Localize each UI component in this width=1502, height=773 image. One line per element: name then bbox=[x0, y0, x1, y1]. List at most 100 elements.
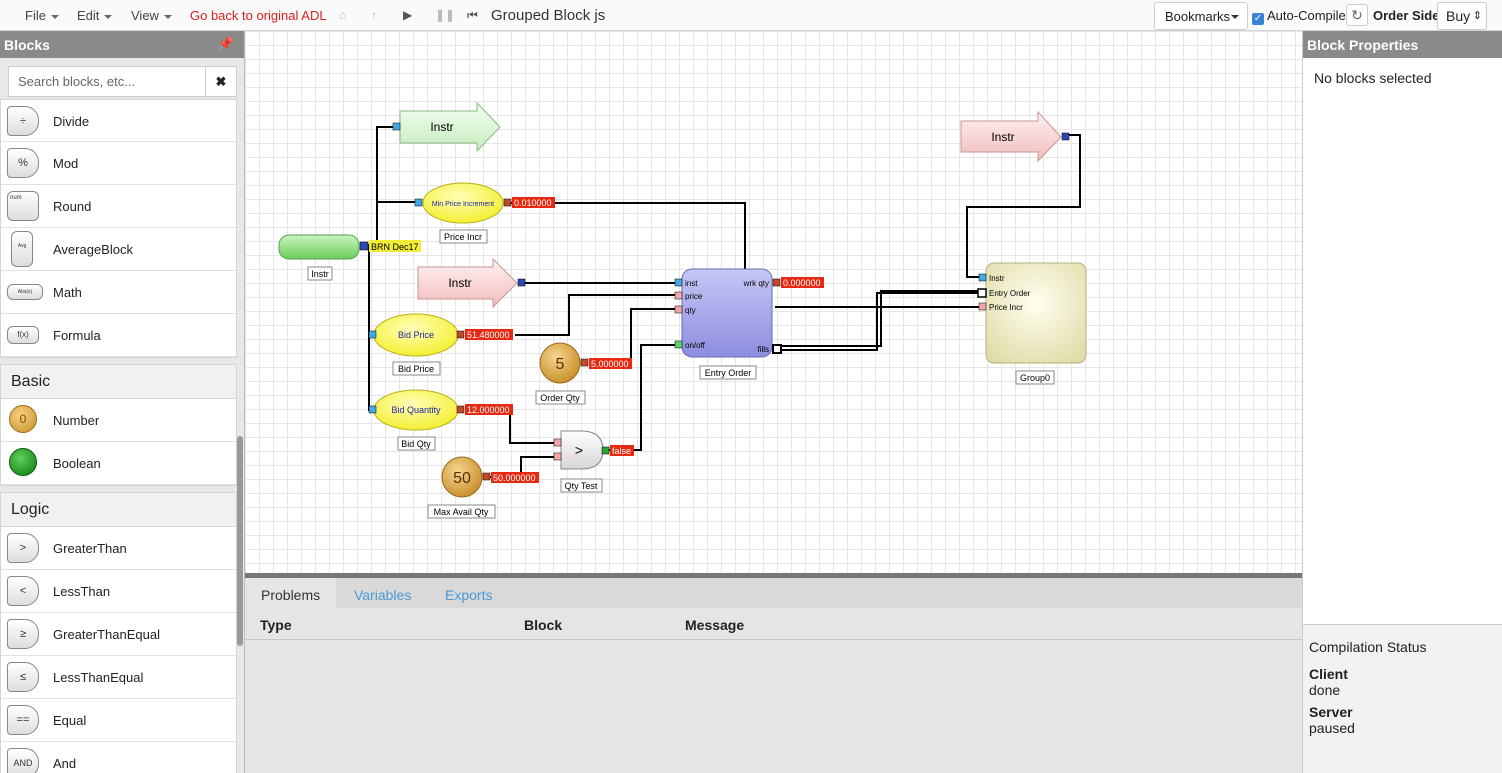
average-icon: Avg bbox=[11, 231, 33, 267]
max-avail-qty-block[interactable]: 50 50.000000 Max Avail Qty bbox=[427, 456, 539, 519]
palette-item-greaterthan[interactable]: > GreaterThan bbox=[1, 527, 236, 570]
output-port-icon[interactable] bbox=[456, 330, 465, 339]
bottom-tabs: Problems Variables Exports bbox=[245, 578, 1302, 608]
output-port-icon[interactable] bbox=[517, 278, 526, 287]
instr-arrow-mid[interactable]: Instr bbox=[417, 257, 526, 309]
entry-order-caption: Entry Order bbox=[705, 368, 752, 378]
palette-item-lessthan[interactable]: < LessThan bbox=[1, 570, 236, 613]
palette-item-round[interactable]: num Round bbox=[1, 185, 236, 228]
wrk-qty-port-icon[interactable] bbox=[772, 278, 781, 287]
math-section: ÷ Divide % Mod num Round Avg AverageBlock Ab… bbox=[0, 99, 237, 358]
inst-port-icon[interactable] bbox=[674, 278, 683, 287]
instr-arrow-right[interactable]: Instr bbox=[960, 110, 1070, 163]
input-port-icon[interactable] bbox=[392, 122, 401, 131]
auto-compile-label: Auto-Compile bbox=[1267, 8, 1346, 23]
tab-variables[interactable]: Variables bbox=[354, 587, 411, 603]
output-port-icon[interactable] bbox=[503, 198, 512, 207]
output-port-icon[interactable] bbox=[1061, 132, 1070, 141]
palette-item-greaterthanequal[interactable]: ≥ GreaterThanEqual bbox=[1, 613, 236, 656]
fills-port-icon[interactable] bbox=[772, 344, 782, 354]
qty-test-block[interactable]: > false Qty Test bbox=[553, 430, 634, 493]
pin-icon[interactable]: 📌 bbox=[218, 36, 234, 52]
greater-than-symbol: > bbox=[575, 442, 583, 458]
bid-price-block[interactable]: Bid Price 51.480000 Bid Price bbox=[368, 313, 513, 376]
auto-compile-toggle[interactable]: ✓ Auto-Compile bbox=[1252, 8, 1346, 25]
palette-item-math[interactable]: Abs(x) Math bbox=[1, 271, 236, 314]
problems-panel: Problems Variables Exports Type Block Me… bbox=[245, 573, 1302, 773]
rewind-icon[interactable]: ⏮ bbox=[467, 8, 478, 23]
clear-search-icon[interactable]: ✖ bbox=[205, 67, 236, 96]
entry-order-block[interactable]: inst price qty on/off wrk qty fills 0.00… bbox=[674, 268, 824, 380]
onoff-port-icon[interactable] bbox=[674, 340, 683, 349]
view-menu[interactable]: View bbox=[131, 8, 172, 23]
diagram-canvas[interactable]: BRN Dec17 Instr Instr Min Price Incremen… bbox=[245, 31, 1302, 573]
input-port-icon[interactable] bbox=[368, 405, 377, 414]
palette-item-boolean[interactable]: Boolean bbox=[1, 442, 236, 485]
qty-port-icon[interactable] bbox=[674, 305, 683, 314]
blocks-panel: Blocks 📌 ✖ ÷Divide %Mod numRound AvgAver… bbox=[0, 31, 245, 773]
price-port-icon[interactable] bbox=[674, 291, 683, 300]
input-port-icon[interactable] bbox=[368, 330, 377, 339]
divide-icon: ÷ bbox=[7, 106, 39, 136]
pause-icon[interactable]: ❚❚ bbox=[435, 8, 455, 22]
step-up-icon[interactable]: ↑ bbox=[371, 8, 377, 22]
order-qty-value: 5.000000 bbox=[591, 359, 629, 369]
block-search: ✖ bbox=[8, 66, 237, 97]
file-menu[interactable]: File bbox=[25, 8, 59, 23]
tab-exports[interactable]: Exports bbox=[445, 587, 492, 603]
group0-block[interactable]: Instr Entry Order Price Incr Group0 bbox=[977, 262, 1087, 385]
order-qty-block[interactable]: 5 5.000000 Order Qty bbox=[535, 342, 632, 405]
back-to-original-link[interactable]: Go back to original ADL bbox=[190, 8, 327, 23]
bid-qty-value: 12.000000 bbox=[467, 405, 510, 415]
instr-value-text: BRN Dec17 bbox=[371, 242, 419, 252]
palette-item-averageblock[interactable]: Avg AverageBlock bbox=[1, 228, 236, 271]
group-price-incr-port-icon[interactable] bbox=[978, 302, 987, 311]
home-icon[interactable]: ⌂ bbox=[339, 8, 346, 22]
palette-item-formula[interactable]: f(x) Formula bbox=[1, 314, 236, 357]
refresh-icon[interactable]: ↻ bbox=[1346, 4, 1368, 26]
edit-menu[interactable]: Edit bbox=[77, 8, 112, 23]
column-type[interactable]: Type bbox=[260, 617, 292, 633]
play-icon[interactable]: ▶ bbox=[403, 8, 412, 22]
checkbox-checked-icon[interactable]: ✓ bbox=[1252, 13, 1264, 25]
palette-item-lessthanequal[interactable]: ≤ LessThanEqual bbox=[1, 656, 236, 699]
logic-section: Logic > GreaterThan < LessThan ≥ GreaterTha… bbox=[0, 492, 237, 773]
palette-item-number[interactable]: 0 Number bbox=[1, 399, 236, 442]
order-qty-caption: Order Qty bbox=[540, 393, 580, 403]
palette-item-and[interactable]: AND And bbox=[1, 742, 236, 773]
block-properties-header: Block Properties bbox=[1303, 31, 1502, 58]
output-port-icon[interactable] bbox=[456, 405, 465, 414]
output-port-icon[interactable] bbox=[601, 446, 610, 455]
instr-caption: Instr bbox=[311, 269, 329, 279]
mod-icon: % bbox=[7, 148, 39, 178]
max-avail-value: 50.000000 bbox=[493, 473, 536, 483]
input-port-icon[interactable] bbox=[414, 198, 423, 207]
column-block[interactable]: Block bbox=[524, 617, 562, 633]
bid-quantity-block[interactable]: Bid Quantity 12.000000 Bid Qty bbox=[368, 389, 513, 451]
tab-problems[interactable]: Problems bbox=[245, 578, 337, 608]
group-entry-order-port-icon[interactable] bbox=[977, 288, 987, 298]
max-avail-number: 50 bbox=[453, 470, 471, 487]
output-port-icon[interactable] bbox=[580, 358, 589, 367]
palette-item-divide[interactable]: ÷ Divide bbox=[1, 100, 236, 142]
block-properties-title: Block Properties bbox=[1307, 37, 1419, 53]
min-price-increment-block[interactable]: Min Price Increment 0.010000 Price Incr bbox=[414, 182, 555, 244]
order-side-select[interactable]: Buy bbox=[1437, 2, 1487, 30]
order-side-value: Buy bbox=[1446, 8, 1471, 24]
output-port-icon[interactable] bbox=[482, 472, 491, 481]
output-port-icon[interactable] bbox=[359, 241, 369, 251]
blocks-panel-header: Blocks 📌 bbox=[0, 31, 244, 58]
order-side-label: Order Side bbox=[1373, 8, 1440, 23]
palette-item-mod[interactable]: % Mod bbox=[1, 142, 236, 185]
instr-arrow-top[interactable]: Instr bbox=[392, 101, 501, 153]
instr-source-block[interactable]: BRN Dec17 Instr bbox=[278, 234, 421, 281]
search-input[interactable] bbox=[9, 67, 205, 96]
input-port-icon[interactable] bbox=[553, 438, 562, 447]
bid-price-value: 51.480000 bbox=[467, 330, 510, 340]
bookmarks-dropdown[interactable]: Bookmarks bbox=[1154, 2, 1248, 30]
group-instr-port-icon[interactable] bbox=[978, 273, 987, 282]
palette-scrollbar[interactable] bbox=[237, 436, 243, 646]
input-port-icon[interactable] bbox=[553, 452, 562, 461]
column-message[interactable]: Message bbox=[685, 617, 744, 633]
palette-item-equal[interactable]: == Equal bbox=[1, 699, 236, 742]
